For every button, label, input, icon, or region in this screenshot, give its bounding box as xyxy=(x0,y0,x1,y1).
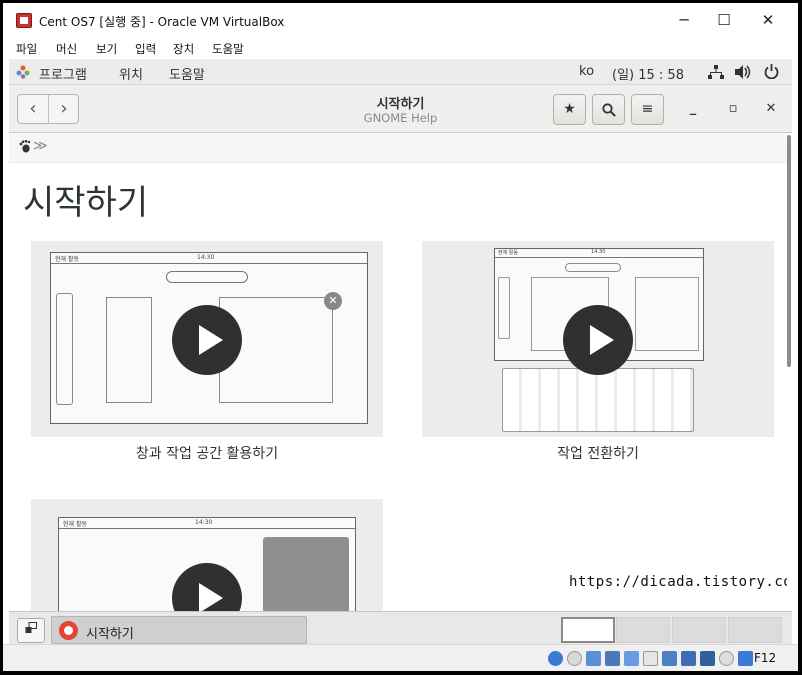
hamburger-icon: ≡ xyxy=(641,101,654,117)
card-caption[interactable]: 작업 전환하기 xyxy=(422,443,774,463)
mock-activities: 현재 활동 xyxy=(63,521,87,528)
mock-dash xyxy=(498,277,510,339)
usb-icon[interactable] xyxy=(624,651,639,666)
keyboard-capture-icon[interactable] xyxy=(738,651,753,666)
title-bar: Cent OS7 [실행 중] - Oracle VM VirtualBox ─… xyxy=(3,3,798,37)
applications-icon xyxy=(16,65,30,79)
search-button[interactable] xyxy=(592,94,625,125)
video-card-windows[interactable]: 현재 활동 14:30 ✕ xyxy=(31,241,383,437)
help-content: ≫ 시작하기 현재 활동 14:30 ✕ 창과 작업 공간 활용하기 현재 활동… xyxy=(9,133,792,611)
play-icon[interactable] xyxy=(172,305,242,375)
network-icon[interactable] xyxy=(708,65,724,79)
workspace-3[interactable] xyxy=(672,617,726,643)
virtualization-icon[interactable] xyxy=(700,651,715,666)
menu-help[interactable]: 도움말 xyxy=(212,41,244,57)
card-caption[interactable]: 창과 작업 공간 활용하기 xyxy=(31,443,383,463)
breadcrumb-separator: ≫ xyxy=(33,138,48,154)
mock-topbar: 현재 활동 14:30 xyxy=(59,518,355,529)
mouse-integration-icon[interactable] xyxy=(719,651,734,666)
mock-search xyxy=(166,271,248,283)
mock-close-icon: ✕ xyxy=(324,292,342,310)
power-icon[interactable] xyxy=(764,64,779,79)
bookmark-button[interactable]: ★ xyxy=(553,94,586,125)
show-desktop-button[interactable] xyxy=(17,618,45,643)
virtualbox-app-icon xyxy=(16,13,32,28)
mock-window-right xyxy=(635,277,699,351)
volume-icon[interactable] xyxy=(735,65,751,79)
gnome-bottom-bar: 시작하기 xyxy=(9,611,792,644)
video-capture-icon[interactable] xyxy=(681,651,696,666)
hard-disk-icon[interactable] xyxy=(548,651,563,666)
menu-machine[interactable]: 머신 xyxy=(56,41,77,57)
foot-icon[interactable] xyxy=(19,140,32,153)
taskbar-item-label: 시작하기 xyxy=(86,627,134,642)
display-icon[interactable] xyxy=(662,651,677,666)
gnome-top-bar: 프로그램 위치 도움말 ko (일) 15 : 58 xyxy=(9,59,792,85)
network-adapter-icon[interactable] xyxy=(605,651,620,666)
programs-menu[interactable]: 프로그램 xyxy=(39,64,87,83)
help-close-button[interactable]: ✕ xyxy=(761,99,781,119)
star-icon: ★ xyxy=(563,101,576,117)
mock-clock: 14:30 xyxy=(197,254,215,261)
mock-clock: 14:30 xyxy=(195,519,213,526)
vbox-status-bar: F12 xyxy=(3,644,798,671)
help-minimize-button[interactable]: _ xyxy=(683,99,703,119)
maximize-button[interactable]: ☐ xyxy=(702,7,746,33)
mock-topbar: 현재 활동 14:30 xyxy=(51,253,367,264)
search-icon xyxy=(601,103,616,117)
audio-icon[interactable] xyxy=(586,651,601,666)
video-card-switching[interactable]: 현재 활동 14:30 xyxy=(422,241,774,437)
keyboard-illustration xyxy=(502,368,694,432)
shared-folders-icon[interactable] xyxy=(643,651,658,666)
workspace-1[interactable] xyxy=(561,617,615,643)
host-key-label: F12 xyxy=(754,651,777,665)
help-subtitle: GNOME Help xyxy=(363,111,438,125)
optical-drive-icon[interactable] xyxy=(567,651,582,666)
help-maximize-button[interactable]: ▫ xyxy=(723,99,743,119)
menu-input[interactable]: 입력 xyxy=(135,41,156,57)
help-headerbar: ‹ › 시작하기 GNOME Help ★ ≡ _ ▫ ✕ xyxy=(9,85,792,133)
mock-topbar: 현재 활동 14:30 xyxy=(495,249,703,258)
mock-window-left xyxy=(106,297,152,403)
page-title: 시작하기 xyxy=(23,183,149,223)
menu-view[interactable]: 보기 xyxy=(96,41,117,57)
taskbar-item-help[interactable]: 시작하기 xyxy=(51,616,307,644)
menu-file[interactable]: 파일 xyxy=(16,41,37,57)
mock-menu-popup xyxy=(263,537,349,611)
clock[interactable]: (일) 15 : 58 xyxy=(612,64,684,83)
show-desktop-icon xyxy=(25,622,37,633)
breadcrumb: ≫ xyxy=(9,133,792,163)
places-menu[interactable]: 위치 xyxy=(119,64,143,83)
vbox-menubar: 파일 머신 보기 입력 장치 도움말 xyxy=(3,37,798,59)
lifebuoy-icon xyxy=(59,621,78,640)
vertical-scrollbar[interactable] xyxy=(787,133,792,611)
scrollbar-thumb[interactable] xyxy=(787,135,791,367)
mock-activities: 현재 활동 xyxy=(55,256,79,263)
window-title: Cent OS7 [실행 중] - Oracle VM VirtualBox xyxy=(39,15,285,29)
menu-button[interactable]: ≡ xyxy=(631,94,664,125)
close-button[interactable]: ✕ xyxy=(746,7,790,33)
input-language[interactable]: ko xyxy=(579,64,594,79)
help-menu[interactable]: 도움말 xyxy=(169,64,205,83)
workspace-4[interactable] xyxy=(728,617,782,643)
virtualbox-window: Cent OS7 [실행 중] - Oracle VM VirtualBox ─… xyxy=(3,3,798,671)
mock-clock: 14:30 xyxy=(591,249,606,255)
mock-dash xyxy=(56,293,73,405)
help-title: 시작하기 xyxy=(376,97,425,112)
workspace-2[interactable] xyxy=(616,617,670,643)
video-card-third[interactable]: 현재 활동 14:30 xyxy=(31,499,383,611)
menu-devices[interactable]: 장치 xyxy=(173,41,194,57)
watermark: https://dicada.tistory.com xyxy=(569,574,792,590)
mock-search xyxy=(565,263,621,272)
mock-activities: 현재 활동 xyxy=(498,250,518,256)
minimize-button[interactable]: ─ xyxy=(662,7,706,33)
play-icon[interactable] xyxy=(563,305,633,375)
